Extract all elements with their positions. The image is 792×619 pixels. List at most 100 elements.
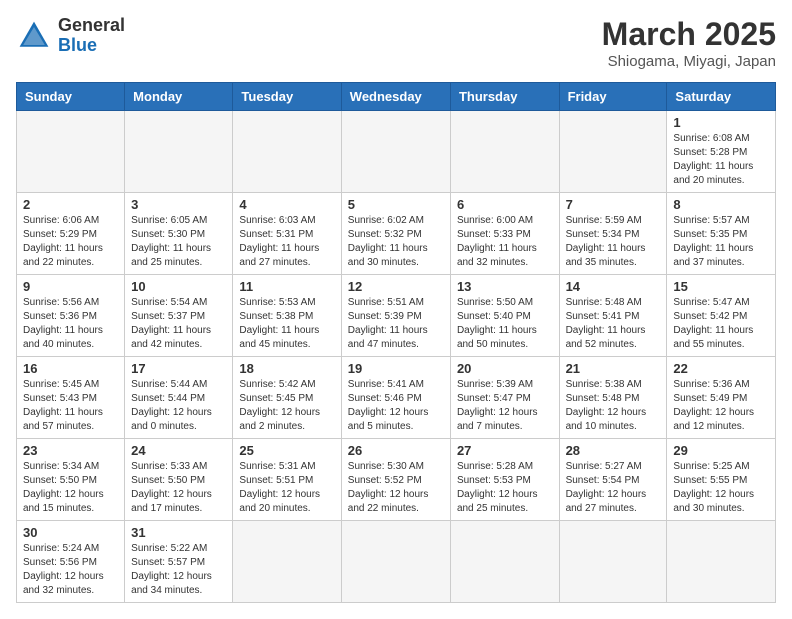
day-info: Sunrise: 5:44 AM Sunset: 5:44 PM Dayligh… [131,378,226,434]
calendar-week-row: 9Sunrise: 5:56 AM Sunset: 5:36 PM Daylig… [17,275,776,357]
day-info: Sunrise: 5:28 AM Sunset: 5:53 PM Dayligh… [457,460,553,516]
calendar-cell [559,111,667,193]
calendar-cell: 24 Sunrise: 5:33 AM Sunset: 5:50 PM Dayli… [125,439,233,521]
day-number: 10 [131,279,226,294]
calendar-cell: 13Sunrise: 5:50 AM Sunset: 5:40 PM Dayli… [450,275,559,357]
calendar-cell: 18 Sunrise: 5:42 AM Sunset: 5:45 PM Dayli… [233,357,341,439]
calendar-cell [450,521,559,603]
calendar-cell: 21 Sunrise: 5:38 AM Sunset: 5:48 PM Dayli… [559,357,667,439]
calendar-cell [125,111,233,193]
calendar-cell: 29 Sunrise: 5:25 AM Sunset: 5:55 PM Dayli… [667,439,776,521]
location-subtitle: Shiogama, Miyagi, Japan [602,53,776,70]
calendar-cell: 2Sunrise: 6:06 AM Sunset: 5:29 PM Daylig… [17,193,125,275]
calendar-cell [341,111,450,193]
day-number: 26 [348,443,444,458]
calendar-cell: 28 Sunrise: 5:27 AM Sunset: 5:54 PM Dayli… [559,439,667,521]
title-block: March 2025 Shiogama, Miyagi, Japan [602,16,776,70]
calendar-cell: 8Sunrise: 5:57 AM Sunset: 5:35 PM Daylig… [667,193,776,275]
calendar-cell: 4Sunrise: 6:03 AM Sunset: 5:31 PM Daylig… [233,193,341,275]
day-of-week-header: Wednesday [341,83,450,111]
calendar-cell: 25 Sunrise: 5:31 AM Sunset: 5:51 PM Dayli… [233,439,341,521]
calendar-cell: 10Sunrise: 5:54 AM Sunset: 5:37 PM Dayli… [125,275,233,357]
day-number: 11 [239,279,334,294]
day-info: Sunrise: 5:59 AM Sunset: 5:34 PM Dayligh… [566,214,661,270]
day-number: 27 [457,443,553,458]
day-number: 9 [23,279,118,294]
day-of-week-header: Monday [125,83,233,111]
day-info: Sunrise: 5:48 AM Sunset: 5:41 PM Dayligh… [566,296,661,352]
day-info: Sunrise: 5:45 AM Sunset: 5:43 PM Dayligh… [23,378,118,434]
calendar-cell [450,111,559,193]
day-number: 17 [131,361,226,376]
day-info: Sunrise: 6:08 AM Sunset: 5:28 PM Dayligh… [673,132,769,188]
calendar-cell: 14Sunrise: 5:48 AM Sunset: 5:41 PM Dayli… [559,275,667,357]
logo-text: General Blue [58,16,125,56]
day-number: 7 [566,197,661,212]
calendar-cell: 12Sunrise: 5:51 AM Sunset: 5:39 PM Dayli… [341,275,450,357]
month-title: March 2025 [602,16,776,53]
calendar-cell: 19 Sunrise: 5:41 AM Sunset: 5:46 PM Dayli… [341,357,450,439]
day-of-week-header: Thursday [450,83,559,111]
day-info: Sunrise: 5:24 AM Sunset: 5:56 PM Dayligh… [23,542,118,598]
day-number: 3 [131,197,226,212]
day-info: Sunrise: 6:03 AM Sunset: 5:31 PM Dayligh… [239,214,334,270]
day-info: Sunrise: 5:53 AM Sunset: 5:38 PM Dayligh… [239,296,334,352]
day-number: 18 [239,361,334,376]
day-number: 23 [23,443,118,458]
page-header: General Blue March 2025 Shiogama, Miyagi… [16,16,776,70]
day-number: 15 [673,279,769,294]
calendar-cell: 31 Sunrise: 5:22 AM Sunset: 5:57 PM Dayli… [125,521,233,603]
day-info: Sunrise: 5:33 AM Sunset: 5:50 PM Dayligh… [131,460,226,516]
day-number: 29 [673,443,769,458]
day-number: 6 [457,197,553,212]
day-info: Sunrise: 5:38 AM Sunset: 5:48 PM Dayligh… [566,378,661,434]
calendar-cell: 26 Sunrise: 5:30 AM Sunset: 5:52 PM Dayli… [341,439,450,521]
day-of-week-header: Tuesday [233,83,341,111]
day-info: Sunrise: 5:25 AM Sunset: 5:55 PM Dayligh… [673,460,769,516]
day-number: 31 [131,525,226,540]
calendar-cell [667,521,776,603]
day-info: Sunrise: 5:22 AM Sunset: 5:57 PM Dayligh… [131,542,226,598]
day-number: 30 [23,525,118,540]
calendar-week-row: 23 Sunrise: 5:34 AM Sunset: 5:50 PM Dayli… [17,439,776,521]
day-info: Sunrise: 5:34 AM Sunset: 5:50 PM Dayligh… [23,460,118,516]
calendar-cell: 5Sunrise: 6:02 AM Sunset: 5:32 PM Daylig… [341,193,450,275]
calendar-week-row: 1 Sunrise: 6:08 AM Sunset: 5:28 PM Daylig… [17,111,776,193]
day-info: Sunrise: 5:30 AM Sunset: 5:52 PM Dayligh… [348,460,444,516]
day-number: 12 [348,279,444,294]
day-info: Sunrise: 5:42 AM Sunset: 5:45 PM Dayligh… [239,378,334,434]
day-number: 1 [673,115,769,130]
day-info: Sunrise: 6:05 AM Sunset: 5:30 PM Dayligh… [131,214,226,270]
day-of-week-header: Friday [559,83,667,111]
day-number: 21 [566,361,661,376]
calendar-cell: 17 Sunrise: 5:44 AM Sunset: 5:44 PM Dayli… [125,357,233,439]
calendar-cell: 6Sunrise: 6:00 AM Sunset: 5:33 PM Daylig… [450,193,559,275]
day-info: Sunrise: 6:02 AM Sunset: 5:32 PM Dayligh… [348,214,444,270]
calendar-cell: 16Sunrise: 5:45 AM Sunset: 5:43 PM Dayli… [17,357,125,439]
calendar-cell: 1 Sunrise: 6:08 AM Sunset: 5:28 PM Daylig… [667,111,776,193]
calendar-cell: 9Sunrise: 5:56 AM Sunset: 5:36 PM Daylig… [17,275,125,357]
calendar-cell: 23 Sunrise: 5:34 AM Sunset: 5:50 PM Dayli… [17,439,125,521]
day-of-week-header: Sunday [17,83,125,111]
day-number: 20 [457,361,553,376]
calendar-cell [233,111,341,193]
day-info: Sunrise: 5:41 AM Sunset: 5:46 PM Dayligh… [348,378,444,434]
calendar-week-row: 16Sunrise: 5:45 AM Sunset: 5:43 PM Dayli… [17,357,776,439]
day-number: 24 [131,443,226,458]
calendar-week-row: 2Sunrise: 6:06 AM Sunset: 5:29 PM Daylig… [17,193,776,275]
day-number: 28 [566,443,661,458]
calendar-cell: 22Sunrise: 5:36 AM Sunset: 5:49 PM Dayli… [667,357,776,439]
day-number: 25 [239,443,334,458]
day-number: 22 [673,361,769,376]
calendar-cell: 15 Sunrise: 5:47 AM Sunset: 5:42 PM Dayli… [667,275,776,357]
calendar-cell: 30 Sunrise: 5:24 AM Sunset: 5:56 PM Dayli… [17,521,125,603]
day-info: Sunrise: 5:50 AM Sunset: 5:40 PM Dayligh… [457,296,553,352]
day-info: Sunrise: 5:47 AM Sunset: 5:42 PM Dayligh… [673,296,769,352]
day-info: Sunrise: 5:31 AM Sunset: 5:51 PM Dayligh… [239,460,334,516]
logo: General Blue [16,16,125,56]
day-info: Sunrise: 6:06 AM Sunset: 5:29 PM Dayligh… [23,214,118,270]
calendar-cell: 7 Sunrise: 5:59 AM Sunset: 5:34 PM Daylig… [559,193,667,275]
day-info: Sunrise: 5:27 AM Sunset: 5:54 PM Dayligh… [566,460,661,516]
day-number: 19 [348,361,444,376]
calendar-cell: 27 Sunrise: 5:28 AM Sunset: 5:53 PM Dayli… [450,439,559,521]
